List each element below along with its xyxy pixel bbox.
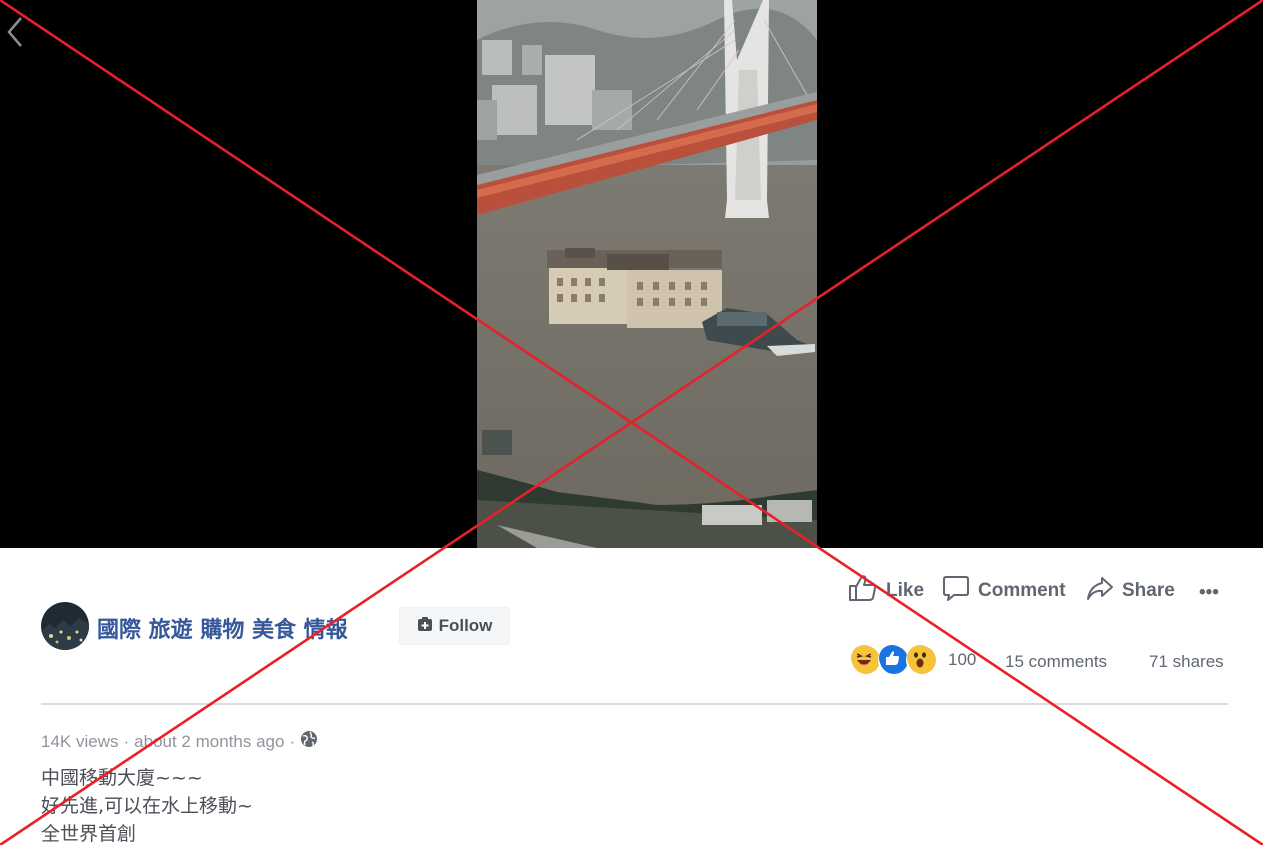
globe-icon (300, 730, 318, 753)
like-label: Like (886, 580, 925, 601)
video-still-image (477, 0, 817, 548)
post-message: 中國移動大廈~~~ 好先進,可以在水上移動~ 全世界首創 (41, 764, 253, 848)
comment-icon (942, 574, 970, 608)
reaction-count: 100 (948, 650, 977, 669)
reactions-summary[interactable]: 100 (850, 644, 977, 676)
shares-count-link[interactable]: 71 shares (1149, 652, 1224, 672)
meta-separator: · (289, 731, 296, 751)
post-text-line: 全世界首創 (41, 823, 137, 845)
comments-count-link[interactable]: 15 comments (1005, 652, 1107, 672)
post-timestamp[interactable]: about 2 months ago (134, 732, 284, 752)
follow-label: Follow (438, 616, 493, 635)
page-name-link[interactable]: 國際 旅遊 購物 美食 情報 (97, 612, 348, 644)
more-options-button[interactable]: ••• (1199, 578, 1219, 608)
like-button[interactable]: Like (848, 574, 925, 608)
wow-icon (906, 644, 938, 676)
post-meta: 14K views · about 2 months ago · (41, 730, 318, 753)
divider (41, 703, 1228, 705)
meta-separator: · (123, 731, 130, 751)
follow-button[interactable]: Follow (399, 607, 510, 645)
more-options-icon: ••• (1199, 582, 1219, 603)
comment-button[interactable]: Comment (942, 576, 1066, 606)
post-text-line: 中國移動大廈~~~ (41, 767, 203, 789)
share-icon (1086, 574, 1114, 608)
video-player[interactable] (0, 0, 1263, 548)
comment-label: Comment (978, 580, 1066, 601)
share-label: Share (1122, 580, 1175, 601)
video-frame[interactable] (477, 0, 817, 548)
share-button[interactable]: Share (1086, 576, 1175, 606)
post-text-line: 好先進,可以在水上移動~ (41, 795, 253, 817)
page-avatar[interactable] (41, 602, 89, 650)
thumbs-up-icon (848, 574, 878, 608)
back-arrow-icon[interactable] (4, 14, 26, 50)
view-count: 14K views (41, 731, 119, 751)
follow-icon (417, 616, 433, 637)
